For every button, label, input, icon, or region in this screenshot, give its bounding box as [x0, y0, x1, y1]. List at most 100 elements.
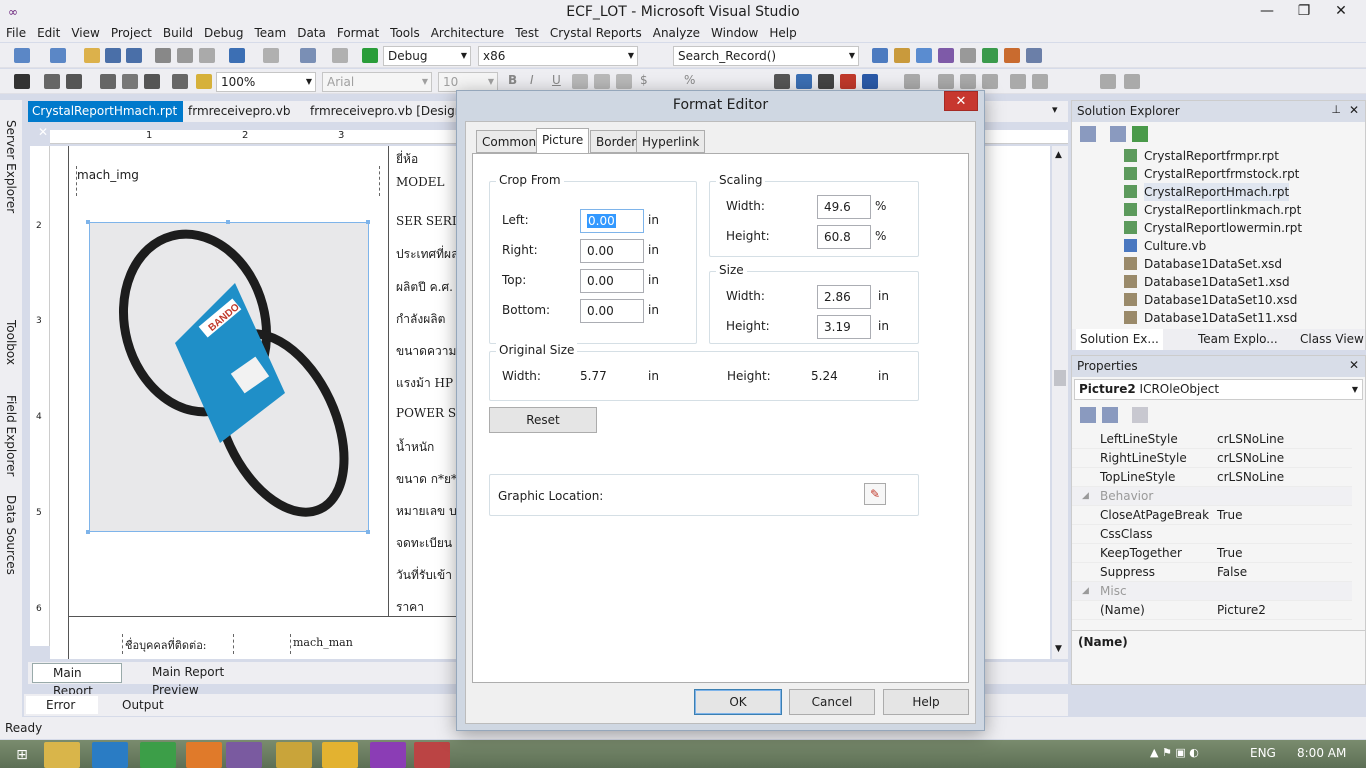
- error-list-tab[interactable]: Error List: [26, 696, 98, 730]
- configuration-combo[interactable]: Debug ▼: [383, 46, 471, 66]
- solution-item[interactable]: Database1DataSet11.xsd: [1124, 309, 1297, 327]
- close-pane-icon[interactable]: ✕: [1349, 358, 1359, 372]
- align-middles-icon[interactable]: [960, 74, 976, 89]
- record-selection-icon[interactable]: [144, 74, 160, 89]
- property-pages-icon[interactable]: [1132, 407, 1148, 423]
- align-center-icon[interactable]: [594, 74, 610, 89]
- add-item-icon[interactable]: [50, 48, 66, 63]
- scaling-width-input[interactable]: 49.6: [817, 195, 871, 219]
- tab-dropdown-icon[interactable]: ▾: [1052, 103, 1058, 116]
- map-icon[interactable]: [862, 74, 878, 89]
- object-browser-icon[interactable]: [938, 48, 954, 63]
- open-file-icon[interactable]: [84, 48, 100, 63]
- report-label[interactable]: ผลิตปี ค.ศ.: [396, 278, 453, 297]
- undo-icon[interactable]: [229, 48, 245, 63]
- report-label[interactable]: MODEL: [396, 175, 444, 189]
- menu-tools[interactable]: Tools: [385, 24, 425, 42]
- platform-combo[interactable]: x86 ▼: [478, 46, 638, 66]
- bold-button[interactable]: B: [508, 73, 517, 87]
- solution-item[interactable]: Culture.vb: [1124, 237, 1206, 255]
- find-in-files-icon[interactable]: [872, 48, 888, 63]
- toolbox-tab[interactable]: Toolbox: [3, 320, 19, 365]
- language-indicator[interactable]: ENG: [1250, 746, 1276, 760]
- extension-icon[interactable]: [1004, 48, 1020, 63]
- server-explorer-tab[interactable]: Server Explorer: [3, 120, 19, 213]
- find-combo[interactable]: Search_Record() ▼: [673, 46, 859, 66]
- tab-picture[interactable]: Picture: [536, 128, 590, 154]
- report-label[interactable]: ขนาดความ: [396, 342, 456, 361]
- solution-item-selected[interactable]: CrystalReportHmach.rpt: [1124, 183, 1290, 201]
- start-button[interactable]: ⊞: [4, 742, 40, 768]
- menu-help[interactable]: Help: [764, 24, 801, 42]
- crop-top-input[interactable]: 0.00: [580, 269, 644, 293]
- new-project-icon[interactable]: [14, 48, 30, 63]
- underline-button[interactable]: U: [552, 73, 561, 87]
- file-explorer-icon[interactable]: [44, 742, 80, 768]
- alphabetical-icon[interactable]: [1102, 407, 1118, 423]
- minimize-button[interactable]: —: [1250, 0, 1284, 24]
- snap-grid-icon[interactable]: [1124, 74, 1140, 89]
- solution-item[interactable]: CrystalReportlowermin.rpt: [1124, 219, 1302, 237]
- highlight-icon[interactable]: [196, 74, 212, 89]
- menu-file[interactable]: File: [1, 24, 31, 42]
- dialog-close-button[interactable]: ✕: [944, 91, 978, 111]
- crop-left-input[interactable]: 0.00: [580, 209, 644, 233]
- navigate-back-icon[interactable]: [300, 48, 316, 63]
- close-pane-icon[interactable]: ✕: [1349, 103, 1359, 117]
- insert-text-icon[interactable]: [14, 74, 30, 89]
- menu-project[interactable]: Project: [106, 24, 157, 42]
- align-right-icon[interactable]: [616, 74, 632, 89]
- vertical-scrollbar[interactable]: ▲ ▼: [1052, 146, 1068, 659]
- redo-icon[interactable]: [263, 48, 279, 63]
- mach-man-field[interactable]: mach_man: [290, 634, 400, 654]
- report-label[interactable]: ราคา: [396, 598, 424, 617]
- property-row[interactable]: TopLineStyle crLSNoLine: [1072, 468, 1352, 487]
- field-explorer-tab[interactable]: Field Explorer: [3, 395, 19, 476]
- property-category[interactable]: ◢ Misc: [1072, 582, 1352, 601]
- paint-taskbar-icon[interactable]: [414, 742, 450, 768]
- solution-item[interactable]: Database1DataSet.xsd: [1124, 255, 1282, 273]
- cancel-button[interactable]: Cancel: [789, 689, 875, 715]
- property-row[interactable]: CloseAtPageBreak True: [1072, 506, 1352, 525]
- solution-item[interactable]: CrystalReportlinkmach.rpt: [1124, 201, 1301, 219]
- properties-icon[interactable]: [916, 48, 932, 63]
- main-report-tab[interactable]: Main Report: [32, 663, 122, 698]
- tools-icon[interactable]: [960, 48, 976, 63]
- class-view-tab[interactable]: Class View: [1300, 329, 1364, 350]
- picture2-object[interactable]: BANDO: [89, 222, 369, 532]
- home-icon[interactable]: [1080, 126, 1096, 142]
- report-label[interactable]: จดทะเบียน: [396, 534, 452, 553]
- ok-button[interactable]: OK: [694, 689, 782, 715]
- solution-item[interactable]: Database1DataSet1.xsd: [1124, 273, 1290, 291]
- menu-view[interactable]: View: [66, 24, 104, 42]
- main-report-preview-tab[interactable]: Main Report Preview: [132, 663, 272, 697]
- menu-debug[interactable]: Debug: [199, 24, 248, 42]
- report-label[interactable]: แรงม้า HP: [396, 374, 453, 393]
- menu-team[interactable]: Team: [249, 24, 291, 42]
- chart-icon[interactable]: [840, 74, 856, 89]
- start-debug-icon[interactable]: [362, 48, 378, 63]
- solution-item[interactable]: Database1DataSet10.xsd: [1124, 291, 1297, 309]
- window-layout-icon[interactable]: [1026, 48, 1042, 63]
- refresh-icon[interactable]: [1132, 126, 1148, 142]
- italic-button[interactable]: I: [530, 73, 534, 87]
- insert-table-icon[interactable]: [796, 74, 812, 89]
- tab-crystalreporthmach[interactable]: CrystalReportHmach.rpt ✕: [28, 101, 183, 139]
- insert-summary-icon[interactable]: [66, 74, 82, 89]
- report-label[interactable]: กำลังผลิต: [396, 310, 445, 329]
- tab-border[interactable]: Border: [590, 130, 643, 153]
- report-label[interactable]: หมายเลข บ: [396, 502, 457, 521]
- tab-frmreceivepro-vb[interactable]: frmreceivepro.vb: [184, 101, 302, 122]
- output-tab[interactable]: Output: [102, 696, 166, 714]
- solution-item[interactable]: CrystalReportfrmpr.rpt: [1124, 147, 1279, 165]
- solution-item[interactable]: CrystalReportfrmstock.rpt: [1124, 165, 1299, 183]
- size-width-input[interactable]: 2.86: [817, 285, 871, 309]
- pin-icon[interactable]: ⊥: [1331, 103, 1341, 116]
- menu-analyze[interactable]: Analyze: [648, 24, 705, 42]
- menu-architecture[interactable]: Architecture: [426, 24, 509, 42]
- report-label[interactable]: ขนาด ก*ย*: [396, 470, 457, 489]
- same-size-icon[interactable]: [1100, 74, 1116, 89]
- menu-edit[interactable]: Edit: [32, 24, 65, 42]
- percent-button[interactable]: %: [684, 73, 695, 87]
- sort-icon[interactable]: [122, 74, 138, 89]
